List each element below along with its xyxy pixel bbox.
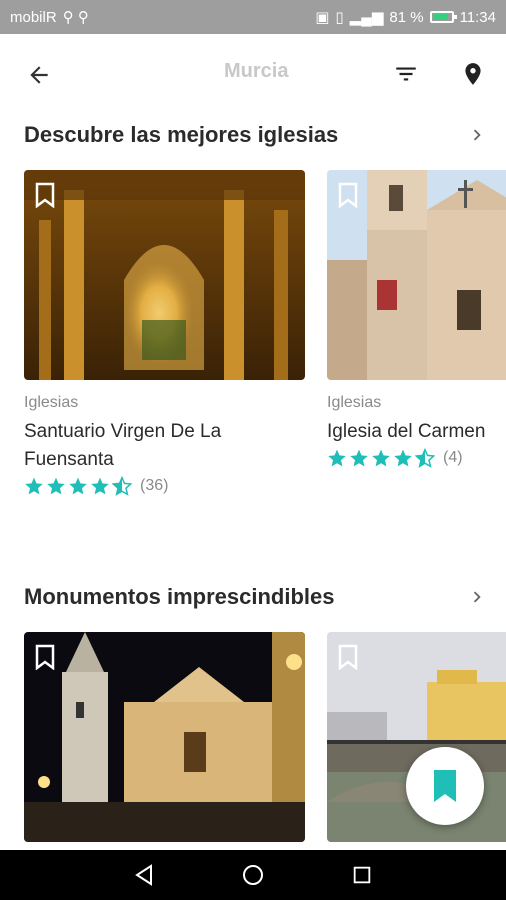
- star-half-icon: [415, 448, 435, 468]
- map-pin-icon: [465, 63, 481, 85]
- signal-icon: ▂▄▆: [349, 9, 384, 26]
- back-button[interactable]: [22, 58, 56, 92]
- star-full-icon: [47, 477, 65, 495]
- star-full-icon: [372, 449, 390, 467]
- nfc-icon: ▣: [315, 9, 330, 26]
- place-card[interactable]: Iglesias Santuario Virgen De La Fuensant…: [24, 170, 305, 496]
- bookmark-icon[interactable]: [337, 644, 359, 670]
- rating: (36): [24, 476, 305, 496]
- rating-count: (4): [443, 449, 463, 466]
- bookmark-icon[interactable]: [34, 644, 56, 670]
- section-title: Descubre las mejores iglesias: [24, 122, 339, 147]
- place-card[interactable]: Iglesias Iglesia del Carmen (4): [327, 170, 506, 468]
- bookmark-filled-icon: [434, 770, 456, 802]
- filter-icon: [396, 67, 416, 81]
- star-full-icon: [25, 477, 43, 495]
- card-image[interactable]: [327, 170, 506, 380]
- nav-recents-button[interactable]: [347, 860, 377, 890]
- star-full-icon: [91, 477, 109, 495]
- section-title: Monumentos imprescindibles: [24, 584, 335, 609]
- rating: (4): [327, 448, 506, 468]
- saved-places-fab[interactable]: [406, 747, 484, 825]
- usb-icon: ⚲ ⚲: [62, 9, 89, 26]
- square-recents-icon: [353, 866, 370, 884]
- star-full-icon: [69, 477, 87, 495]
- star-rating: [24, 476, 132, 496]
- status-right: ▣ ▯ ▂▄▆ 81 % 11:34: [315, 8, 496, 27]
- church-interior-image: [24, 170, 305, 380]
- card-title: Iglesia del Carmen: [327, 421, 486, 442]
- system-nav-bar: [0, 850, 506, 900]
- chevron-right-icon[interactable]: [466, 124, 488, 146]
- star-half-icon: [112, 476, 132, 496]
- triangle-back-icon: [135, 864, 153, 886]
- place-card[interactable]: [24, 632, 305, 842]
- vibrate-icon: ▯: [335, 9, 344, 26]
- section-header-monumentos[interactable]: Monumentos imprescindibles: [24, 580, 494, 614]
- bookmark-icon[interactable]: [34, 182, 56, 208]
- status-bar: mobilR ⚲ ⚲ ▣ ▯ ▂▄▆ 81 % 11:34: [0, 0, 506, 34]
- status-left: mobilR ⚲ ⚲: [10, 8, 89, 27]
- battery-percent: 81 %: [389, 8, 424, 26]
- filter-button[interactable]: [388, 56, 424, 92]
- clock: 11:34: [459, 8, 496, 26]
- page-title: Murcia: [224, 60, 289, 82]
- star-full-icon: [350, 449, 368, 467]
- star-full-icon: [328, 449, 346, 467]
- card-image[interactable]: [24, 632, 305, 842]
- toolbar: Murcia: [0, 34, 506, 114]
- section-header-iglesias[interactable]: Descubre las mejores iglesias: [24, 118, 494, 152]
- card-category: Iglesias: [24, 394, 79, 411]
- circle-home-icon: [242, 865, 263, 885]
- map-button[interactable]: [455, 56, 491, 92]
- battery-icon: [429, 11, 457, 23]
- chevron-right-icon[interactable]: [466, 586, 488, 608]
- back-arrow-icon: [30, 66, 48, 84]
- carrier-label: mobilR: [10, 8, 57, 26]
- nav-back-button[interactable]: [129, 860, 159, 890]
- cathedral-night-image: [24, 632, 305, 842]
- star-full-icon: [394, 449, 412, 467]
- card-title: Santuario Virgen De La Fuensanta: [24, 421, 222, 470]
- nav-home-button[interactable]: [238, 860, 268, 890]
- bookmark-icon[interactable]: [337, 182, 359, 208]
- card-image[interactable]: [24, 170, 305, 380]
- app-screen: mobilR ⚲ ⚲ ▣ ▯ ▂▄▆ 81 % 11:34 Murcia Des…: [0, 0, 506, 900]
- rating-count: (36): [140, 477, 169, 494]
- star-rating: [327, 448, 435, 468]
- card-category: Iglesias: [327, 394, 382, 411]
